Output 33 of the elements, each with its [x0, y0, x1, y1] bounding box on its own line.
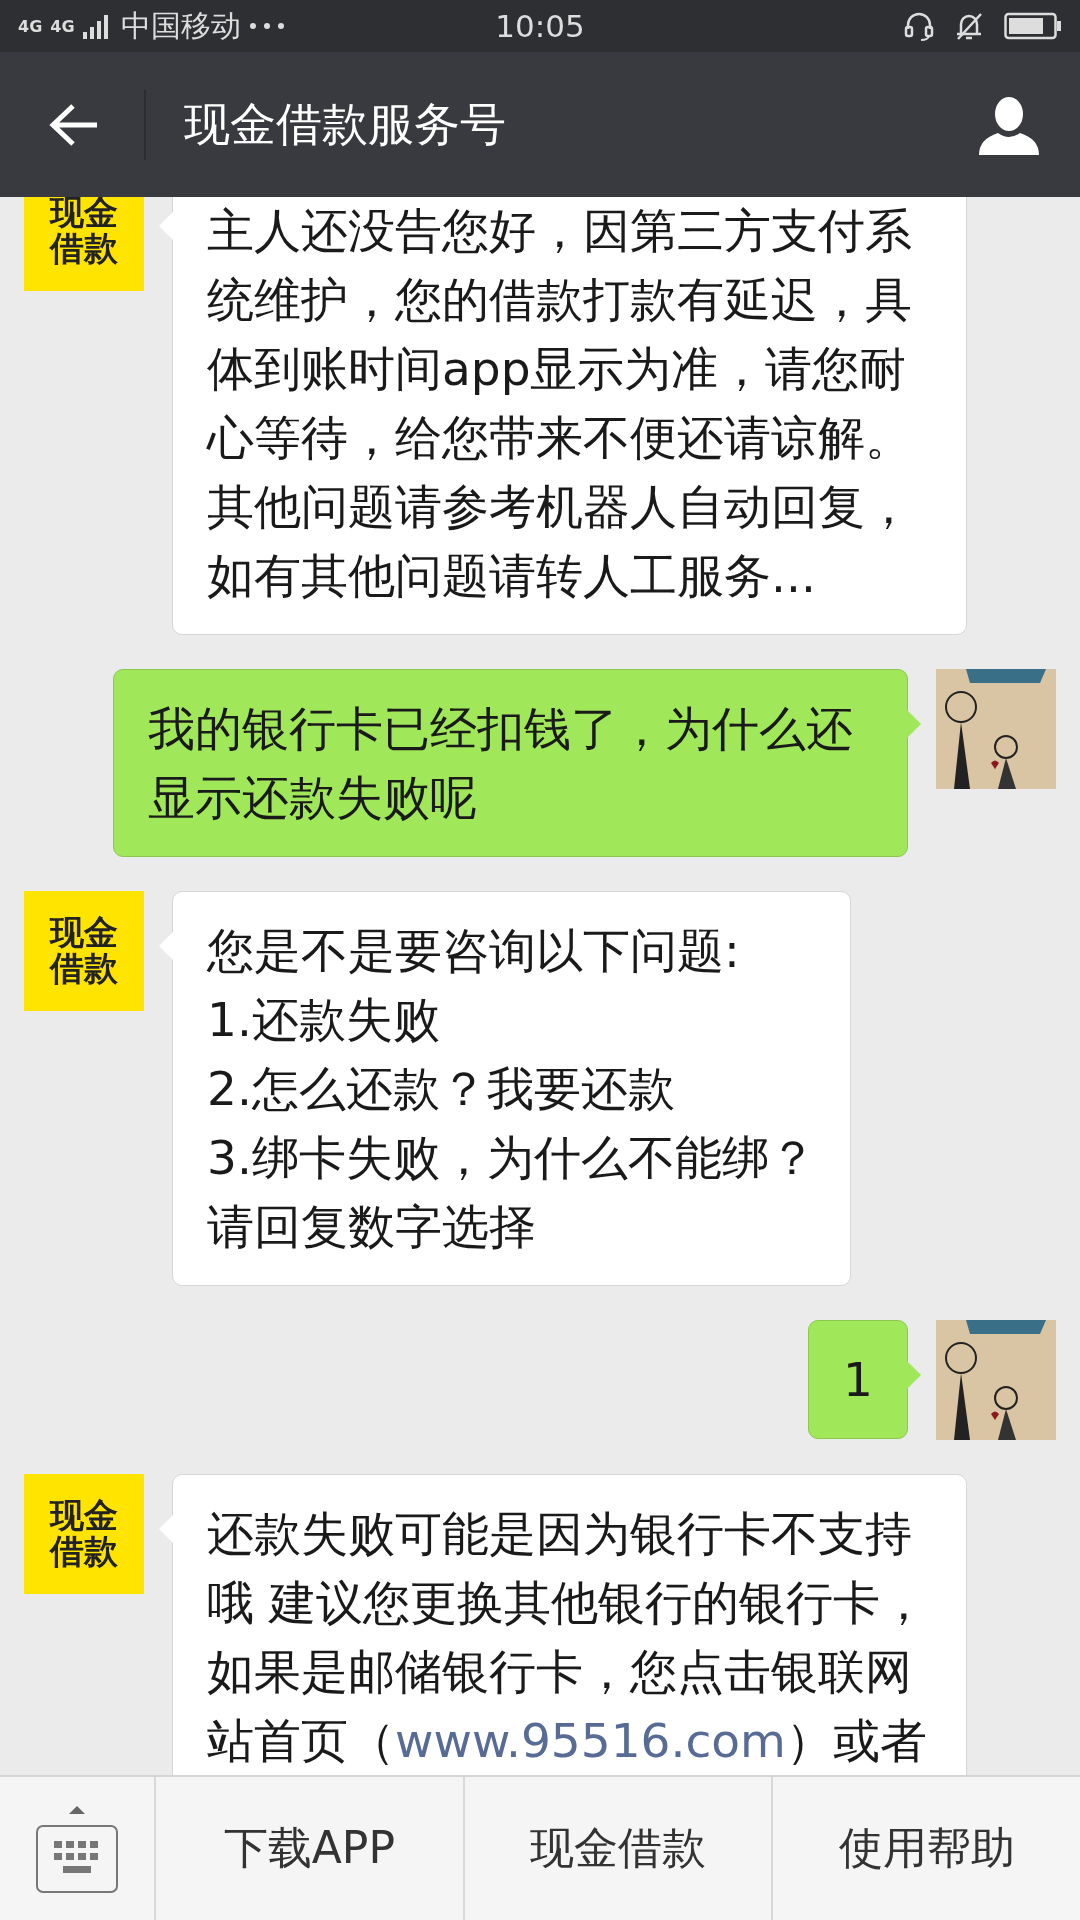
menu-item[interactable]: 使用帮助 — [773, 1777, 1080, 1920]
message-line: 3.绑卡失败，为什么不能绑？ — [207, 1129, 816, 1187]
chat-title: 现金借款服务号 — [184, 95, 507, 153]
battery-icon — [1004, 12, 1062, 40]
user-avatar[interactable] — [936, 669, 1056, 789]
website-link[interactable]: www.95516.com — [395, 1713, 786, 1768]
signal-icon — [82, 13, 109, 39]
person-icon — [978, 94, 1040, 155]
status-time: 10:05 — [495, 8, 585, 44]
message-line: 请回复数字选择 — [207, 1198, 536, 1256]
message-line: 1.还款失败 — [207, 991, 440, 1049]
message-line: 您是不是要咨询以下问题: — [207, 922, 740, 980]
carrier-name: 中国移动 — [120, 6, 241, 45]
message-text: 主人还没告您好，因第三方支付系统维护，您的借款打款有延迟，具体到账时间app显示为准，请您耐心等待，给您带来不便还请谅解。其他问题请参考机器人自动回复，如有其他问题请转人工服务... — [207, 202, 913, 605]
logo-avatar[interactable]: 现金借款 — [24, 1474, 144, 1594]
logo-avatar[interactable]: 现金借款 — [24, 891, 144, 1011]
user-avatar[interactable] — [936, 1320, 1056, 1440]
menu-item[interactable]: 下载APP — [156, 1777, 465, 1920]
message-text: 我的银行卡已经扣钱了，为什么还显示还款失败呢 — [148, 700, 854, 827]
message-line: 2.怎么还款？我要还款 — [207, 1060, 675, 1118]
logo-text: 现金借款 — [50, 1498, 118, 1570]
bell-off-icon — [954, 11, 984, 41]
logo-text: 现金借款 — [50, 915, 118, 987]
keyboard-icon — [35, 1803, 119, 1894]
headset-icon — [904, 11, 934, 41]
network-type: 4G — [50, 16, 75, 36]
back-arrow-icon — [49, 102, 99, 147]
profile-button[interactable] — [978, 94, 1040, 155]
network-type: 4G — [18, 16, 43, 36]
more-icon — [248, 22, 285, 30]
message-text: 还款失败可能是因为银行卡不支持哦 建议您更换其他银行的银行卡，如果是邮储银行卡，您点击银联网站首页（www.95516.com）或者 — [207, 1505, 928, 1770]
message-text: 1 — [843, 1351, 873, 1409]
menu-item[interactable]: 现金借款 — [464, 1777, 774, 1920]
